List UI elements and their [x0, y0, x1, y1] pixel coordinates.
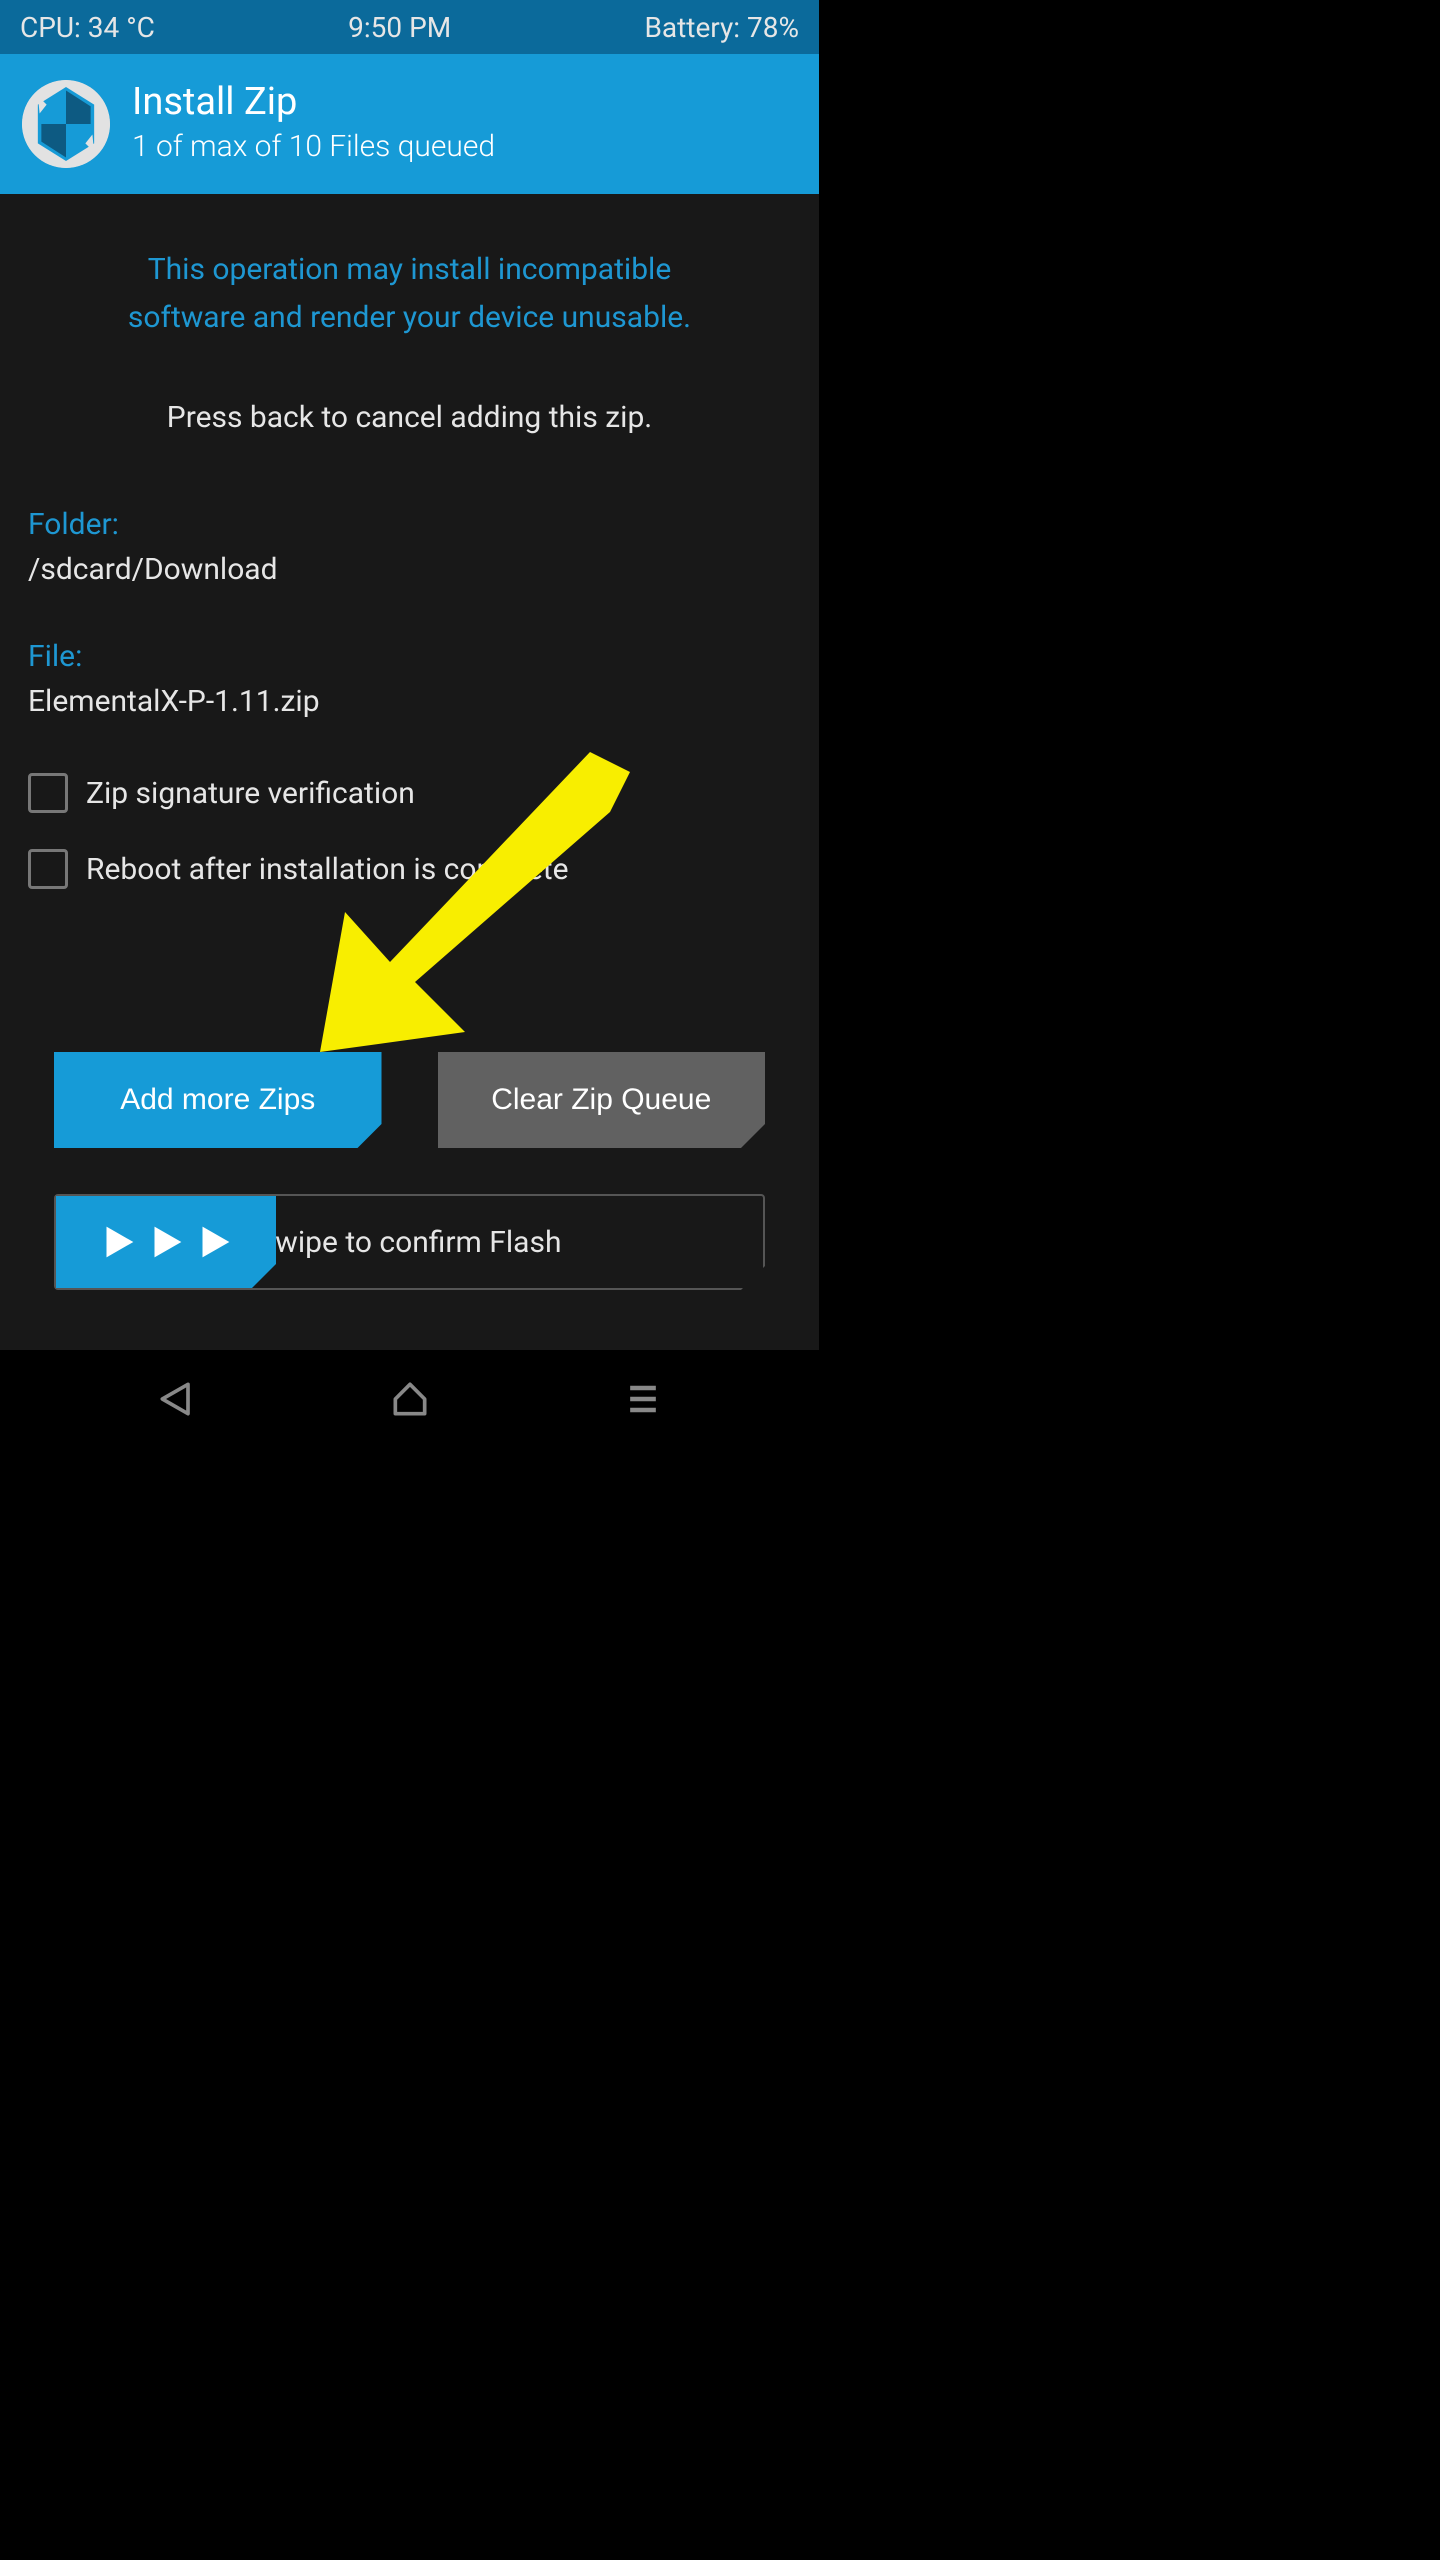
zip-signature-label: Zip signature verification [86, 776, 415, 811]
queue-status: 1 of max of 10 Files queued [132, 126, 495, 168]
file-name: ElementalX-P-1.11.zip [28, 684, 791, 719]
play-icon [95, 1219, 141, 1265]
battery-level: Battery: 78% [644, 11, 799, 44]
play-icon [143, 1219, 189, 1265]
clock: 9:50 PM [348, 11, 451, 44]
clear-zip-queue-button[interactable]: Clear Zip Queue [438, 1052, 766, 1148]
zip-signature-row[interactable]: Zip signature verification [28, 773, 791, 813]
folder-label: Folder: [28, 507, 791, 542]
swipe-confirm-slider[interactable]: Swipe to confirm Flash [54, 1194, 765, 1290]
nav-home-button[interactable] [365, 1369, 455, 1429]
back-hint: Press back to cancel adding this zip. [28, 400, 791, 435]
app-header: Install Zip 1 of max of 10 Files queued [0, 54, 819, 194]
menu-lines-icon [621, 1377, 665, 1421]
status-bar: CPU: 34 °C 9:50 PM Battery: 78% [0, 0, 819, 54]
file-label: File: [28, 639, 791, 674]
reboot-after-checkbox[interactable] [28, 849, 68, 889]
play-icon [191, 1219, 237, 1265]
add-more-zips-button[interactable]: Add more Zips [54, 1052, 382, 1148]
twrp-logo-icon [22, 80, 110, 168]
folder-path: /sdcard/Download [28, 552, 791, 587]
main-content: This operation may install incompatible … [0, 194, 819, 1350]
back-triangle-icon [155, 1377, 199, 1421]
warning-text: This operation may install incompatible … [28, 246, 791, 342]
nav-menu-button[interactable] [598, 1369, 688, 1429]
cpu-temp: CPU: 34 °C [20, 11, 155, 44]
reboot-after-label: Reboot after installation is complete [86, 852, 569, 887]
page-title: Install Zip [132, 80, 495, 126]
swipe-handle[interactable] [56, 1196, 276, 1288]
home-icon [388, 1377, 432, 1421]
nav-back-button[interactable] [132, 1369, 222, 1429]
reboot-after-row[interactable]: Reboot after installation is complete [28, 849, 791, 889]
zip-signature-checkbox[interactable] [28, 773, 68, 813]
android-nav-bar [0, 1350, 819, 1448]
